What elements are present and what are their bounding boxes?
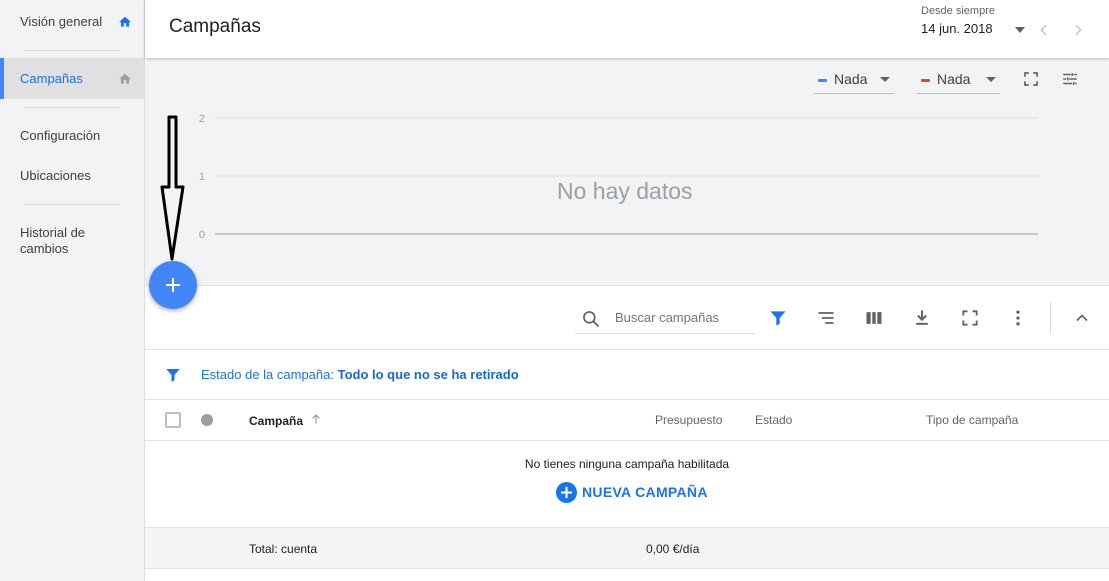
- sidebar-divider: [24, 204, 120, 205]
- y-tick-label: 0: [199, 229, 205, 241]
- annotation-arrow: [160, 115, 185, 261]
- sidebar-divider: [24, 107, 120, 108]
- toolbar-divider: [1050, 302, 1051, 334]
- sidebar-item-label: Campañas: [20, 71, 83, 86]
- add-circle-icon: [556, 481, 577, 503]
- column-header-campaign[interactable]: Campaña: [249, 414, 303, 428]
- chevron-left-icon[interactable]: [1036, 22, 1052, 38]
- search-box[interactable]: [575, 304, 755, 334]
- sidebar-item-overview[interactable]: Visión general: [0, 0, 144, 44]
- sidebar-item-change-history[interactable]: Historial de cambios: [0, 218, 144, 264]
- sidebar-item-campaigns[interactable]: Campañas: [0, 58, 144, 99]
- empty-state-row: No tienes ninguna campaña habilitada NUE…: [145, 441, 1109, 528]
- chevron-right-icon[interactable]: [1070, 22, 1086, 38]
- filter-icon[interactable]: [768, 308, 788, 328]
- column-header-budget[interactable]: Presupuesto: [655, 413, 722, 427]
- status-dot-icon: [201, 414, 213, 426]
- column-header-campaign-type[interactable]: Tipo de campaña: [926, 413, 1018, 427]
- performance-chart: Nada Nada 210 No hay datos: [145, 58, 1109, 285]
- date-range-picker[interactable]: Desde siempre 14 jun. 2018: [921, 5, 1027, 36]
- new-campaign-button[interactable]: NUEVA CAMPAÑA: [556, 481, 708, 503]
- more-vert-icon[interactable]: [1008, 308, 1028, 328]
- table-toolbar: [145, 286, 1109, 350]
- segment-icon[interactable]: [816, 308, 836, 328]
- no-data-message: No hay datos: [557, 178, 693, 204]
- sidebar-item-settings[interactable]: Configuración: [0, 120, 144, 150]
- sort-arrow-up-icon[interactable]: [309, 412, 323, 426]
- home-icon: [119, 73, 131, 84]
- plus-icon: [166, 278, 180, 292]
- table-total-row: Total: cuenta 0,00 €/día: [145, 528, 1109, 569]
- sidebar-item-label: Configuración: [20, 128, 101, 143]
- sidebar-item-label: Ubicaciones: [20, 168, 91, 183]
- campaigns-table-card: Estado de la campaña: Todo lo que no se …: [145, 285, 1109, 581]
- date-range-value: 14 jun. 2018: [921, 21, 993, 36]
- chart-gridlines: [215, 117, 1038, 235]
- fullscreen-icon[interactable]: [960, 308, 980, 328]
- filter-label: Estado de la campaña:: [201, 367, 334, 382]
- total-label: Total: cuenta: [249, 542, 318, 556]
- empty-state-message: No tienes ninguna campaña habilitada: [524, 457, 730, 471]
- filter-chip: Estado de la campaña: Todo lo que no se …: [201, 367, 519, 382]
- date-range-label: Desde siempre: [921, 5, 995, 17]
- new-campaign-label: NUEVA CAMPAÑA: [582, 484, 708, 500]
- sidebar-item-locations[interactable]: Ubicaciones: [0, 160, 144, 190]
- columns-icon[interactable]: [864, 308, 884, 328]
- home-icon: [119, 16, 131, 27]
- search-icon: [583, 311, 600, 328]
- select-all-checkbox[interactable]: [165, 412, 181, 428]
- sidebar-item-label-line1: Historial de: [20, 225, 86, 240]
- y-tick-label: 1: [199, 171, 205, 183]
- column-header-status[interactable]: Estado: [755, 413, 792, 427]
- sidebar-item-label-line2: cambios: [20, 241, 69, 256]
- page-title: Campañas: [169, 16, 261, 37]
- download-icon[interactable]: [912, 308, 932, 328]
- sidebar-divider: [24, 50, 120, 51]
- chart-y-axis: 2 1 0: [199, 113, 205, 241]
- y-tick-label: 2: [199, 113, 205, 125]
- sidebar: Visión general Campañas Configuración Ub…: [0, 0, 145, 581]
- chart-canvas: 2 1 0: [199, 113, 1038, 241]
- chevron-down-icon[interactable]: [1014, 24, 1026, 36]
- filter-value: Todo lo que no se ha retirado: [337, 367, 519, 382]
- page-header: Campañas Desde siempre 14 jun. 2018: [145, 0, 1109, 58]
- total-budget-value: 0,00 €/día: [646, 542, 700, 556]
- table-header: Campaña Presupuesto Estado Tipo de campa…: [145, 400, 1109, 441]
- add-button[interactable]: [149, 261, 197, 309]
- active-filter-row[interactable]: Estado de la campaña: Todo lo que no se …: [145, 350, 1109, 400]
- filter-icon: [166, 369, 180, 382]
- sidebar-item-label: Visión general: [20, 14, 103, 29]
- search-input[interactable]: [615, 310, 750, 325]
- chevron-up-icon[interactable]: [1072, 308, 1092, 328]
